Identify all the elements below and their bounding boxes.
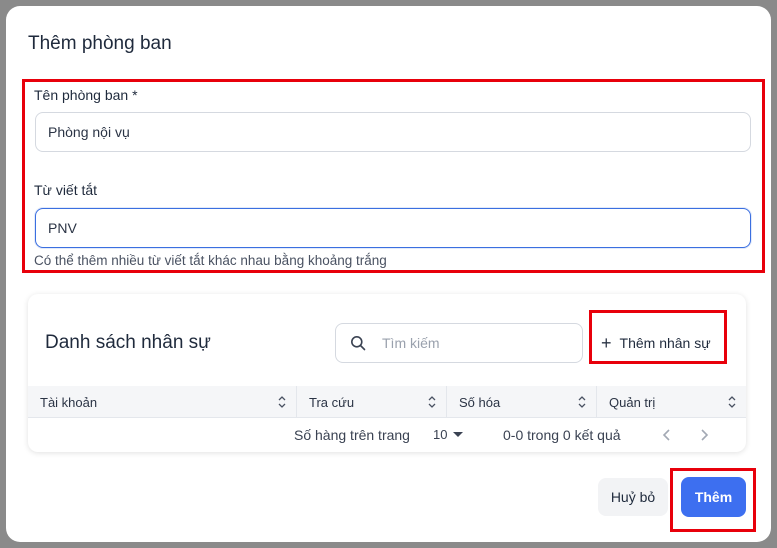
previous-page-button[interactable] <box>656 424 678 446</box>
highlight-box-add-staff <box>589 310 727 364</box>
pagination-range: 0-0 trong 0 kết quả <box>503 427 621 443</box>
dialog-title: Thêm phòng ban <box>28 33 172 54</box>
column-header-account[interactable]: Tài khoản <box>28 386 296 418</box>
next-page-button[interactable] <box>693 424 715 446</box>
sort-icon <box>278 396 286 408</box>
column-header-lookup[interactable]: Tra cứu <box>296 386 446 418</box>
column-header-digitize[interactable]: Số hóa <box>446 386 596 418</box>
highlight-box-submit <box>670 468 756 532</box>
sort-icon <box>728 396 736 408</box>
staff-list-title: Danh sách nhân sự <box>45 332 211 353</box>
chevron-left-icon <box>662 429 670 441</box>
rows-per-page-label: Số hàng trên trang <box>294 427 410 443</box>
search-icon <box>351 336 366 351</box>
column-header-label: Số hóa <box>459 394 501 410</box>
column-header-label: Tài khoản <box>40 394 98 410</box>
chevron-right-icon <box>701 429 709 441</box>
staff-search-box[interactable] <box>335 323 583 363</box>
column-header-label: Quản trị <box>609 394 656 410</box>
rows-per-page-select[interactable]: 10 <box>433 427 464 442</box>
staff-table-header: Tài khoản Tra cứu Số hóa Quản trị <box>28 386 746 418</box>
sort-icon <box>428 396 436 408</box>
rows-per-page-value: 10 <box>433 427 448 442</box>
cancel-button[interactable]: Huỷ bỏ <box>598 478 668 516</box>
highlight-box-form <box>22 79 765 273</box>
column-header-label: Tra cứu <box>309 394 355 410</box>
table-pagination: Số hàng trên trang 10 0-0 trong 0 kết qu… <box>28 418 746 452</box>
add-department-dialog: Thêm phòng ban Tên phòng ban * Từ viết t… <box>6 6 771 542</box>
sort-icon <box>578 396 586 408</box>
caret-down-icon <box>453 432 464 437</box>
column-header-admin[interactable]: Quản trị <box>596 386 746 418</box>
staff-search-input[interactable] <box>382 325 577 361</box>
